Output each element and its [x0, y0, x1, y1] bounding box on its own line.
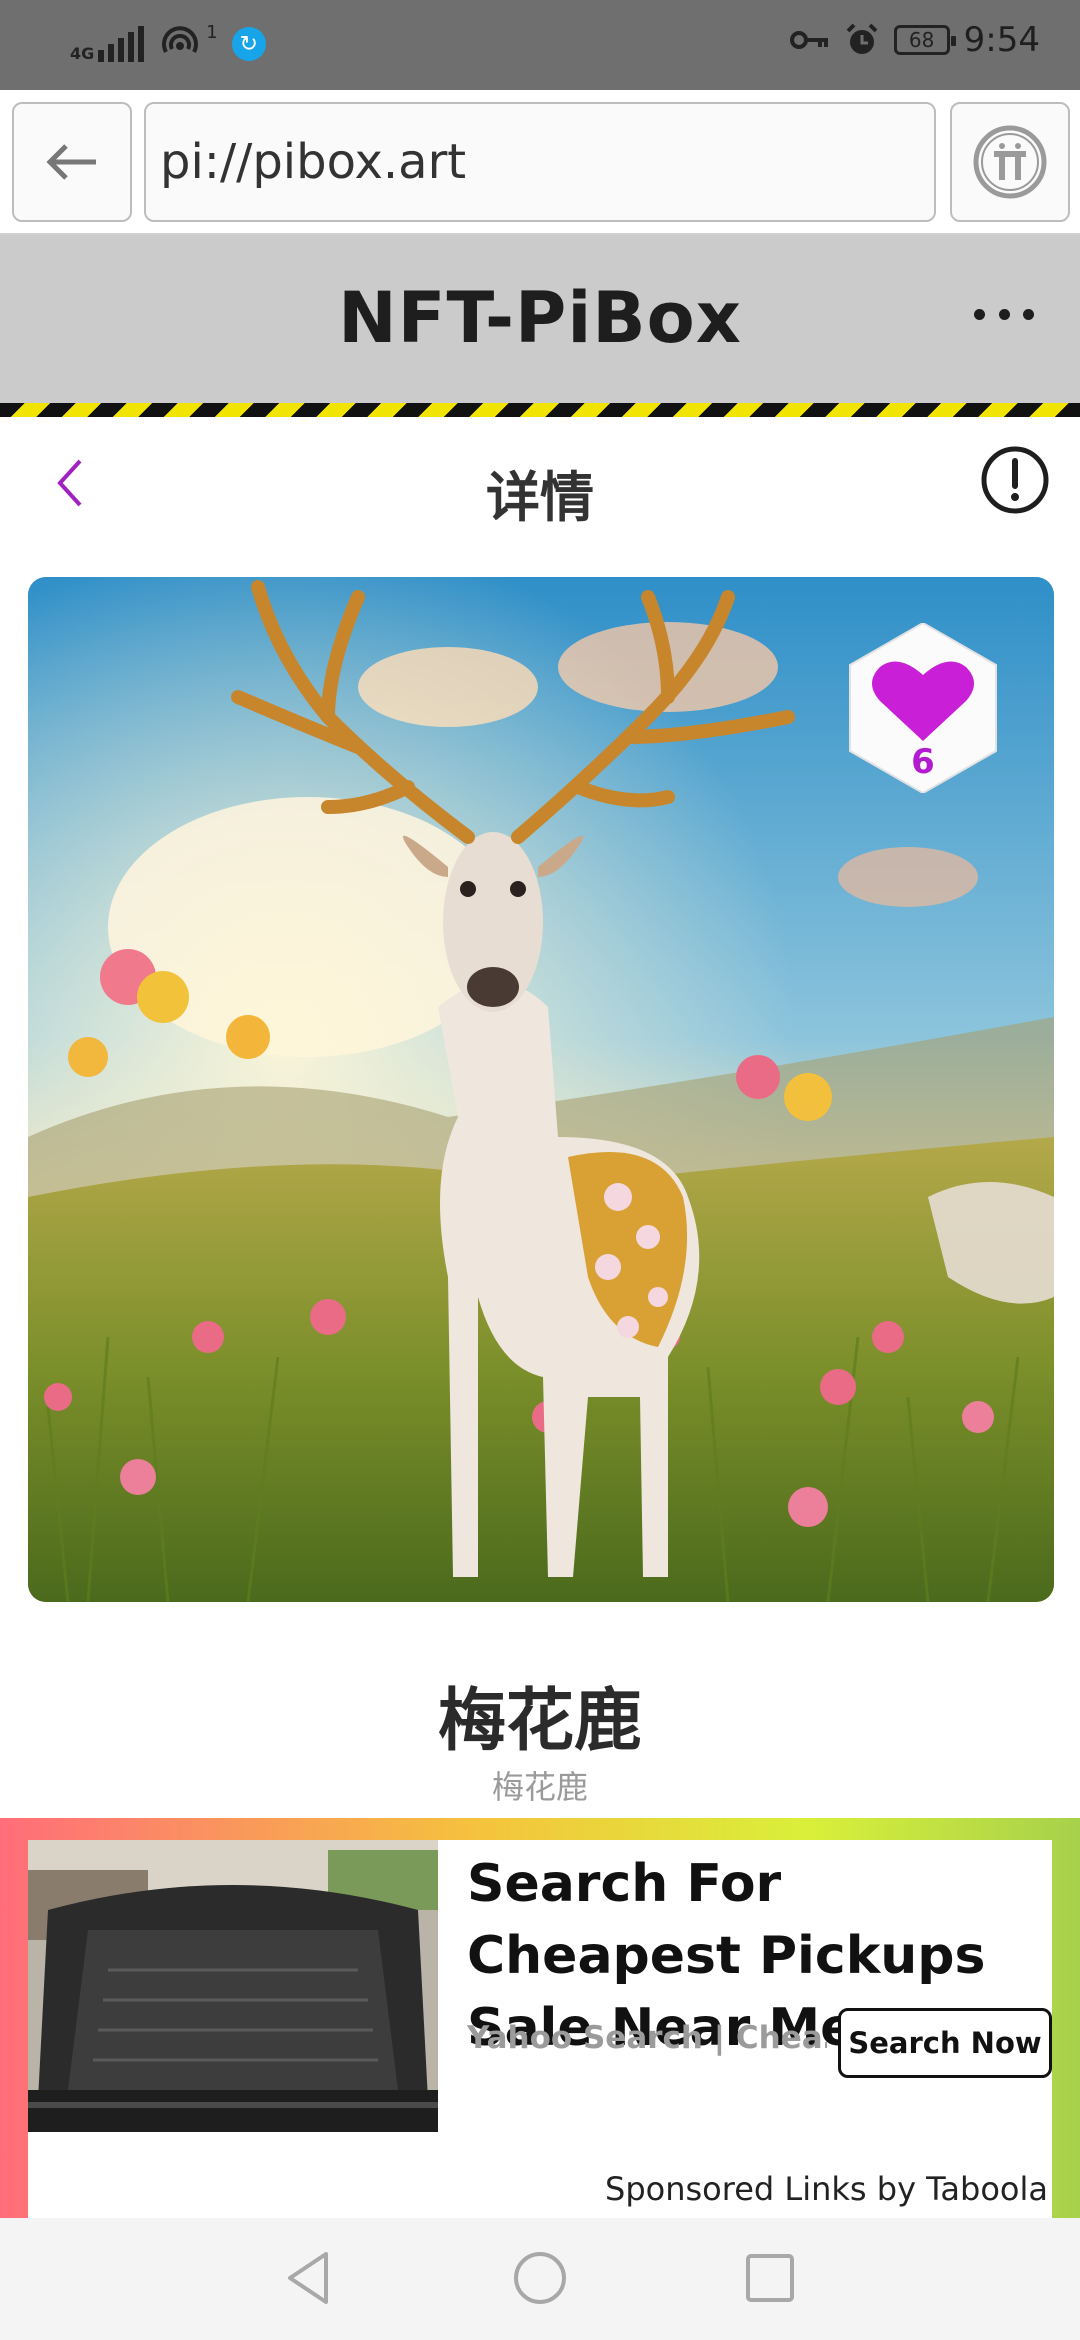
sponsored-label[interactable]: Sponsored Links by Taboola: [605, 2170, 1048, 2208]
ad-source: Yahoo Search | Chea…: [467, 2020, 827, 2056]
ad-card[interactable]: Search For Cheapest Pickups Sale Near Me…: [28, 1840, 1052, 2218]
more-horizontal-icon: [974, 308, 985, 320]
site-header: NFT-PiBox: [0, 235, 1080, 403]
alarm-icon: [846, 23, 878, 54]
exclamation-circle-icon[interactable]: [980, 445, 1050, 515]
vpn-key-icon: [789, 31, 828, 49]
detail-header: 详情: [0, 417, 1080, 547]
like-count: 6: [911, 742, 935, 782]
arrow-left-icon: [46, 144, 96, 180]
browser-toolbar: pi://pibox.art: [0, 90, 1080, 235]
browser-back-button[interactable]: [12, 102, 132, 222]
battery-icon: 68: [893, 25, 956, 55]
pickup-truck-bed-image: [28, 1840, 438, 2132]
sponsored-ad: Search For Cheapest Pickups Sale Near Me…: [0, 1818, 1080, 2218]
nav-recents-icon[interactable]: [740, 2248, 800, 2308]
nav-home-icon[interactable]: [510, 2248, 570, 2308]
site-title: NFT-PiBox: [338, 277, 742, 359]
status-bar: 4G 1 ↻ 68 9:54: [0, 0, 1080, 90]
more-options-button[interactable]: [974, 299, 1034, 329]
nav-back-icon[interactable]: [280, 2248, 340, 2308]
search-now-button[interactable]: Search Now: [838, 2008, 1052, 2078]
pi-logo-icon: [973, 125, 1047, 199]
hotspot-icon: [162, 26, 199, 53]
nft-subtitle: 梅花鹿: [491, 1768, 588, 1806]
page-title: 详情: [486, 466, 594, 529]
hazard-stripe-divider: [0, 403, 1080, 417]
signal-icon: 4G: [70, 26, 145, 63]
network-type: 4G: [70, 44, 95, 63]
status-left: 4G 1 ↻: [70, 22, 266, 66]
hotspot-count: 1: [206, 21, 218, 43]
system-nav-bar: [0, 2218, 1080, 2340]
ad-image[interactable]: [28, 1840, 438, 2132]
app-notification-icon: ↻: [231, 27, 266, 61]
status-right: 68 9:54: [789, 20, 1040, 60]
pi-browser-button[interactable]: [950, 102, 1070, 222]
battery-level: 68: [908, 28, 935, 52]
nft-name: 梅花鹿: [437, 1682, 642, 1761]
url-field[interactable]: pi://pibox.art: [144, 102, 936, 222]
status-time: 9:54: [963, 20, 1040, 60]
